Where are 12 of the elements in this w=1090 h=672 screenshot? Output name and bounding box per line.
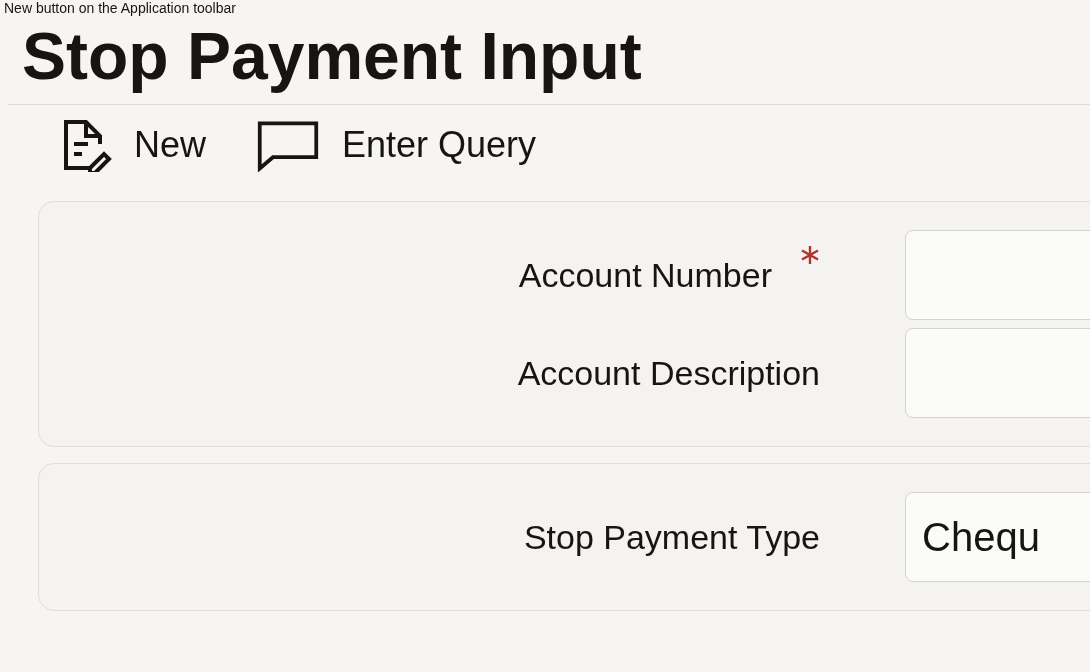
speech-bubble-icon (256, 118, 321, 172)
field-label: Account Description (517, 353, 820, 393)
toolbar-button[interactable]: Enter Query (256, 118, 537, 172)
field-label: Account Number (518, 255, 772, 295)
document-pencil-icon (62, 118, 112, 172)
input-field[interactable]: Chequ (905, 492, 1090, 582)
input-field[interactable] (905, 328, 1090, 418)
input-field[interactable] (905, 230, 1090, 320)
toolbar-button[interactable]: New (62, 118, 207, 172)
page-title: Stop Payment Input (22, 18, 643, 95)
field-label: Stop Payment Type (523, 517, 820, 557)
caption-text: New button on the Application toolbar (3, 0, 237, 16)
